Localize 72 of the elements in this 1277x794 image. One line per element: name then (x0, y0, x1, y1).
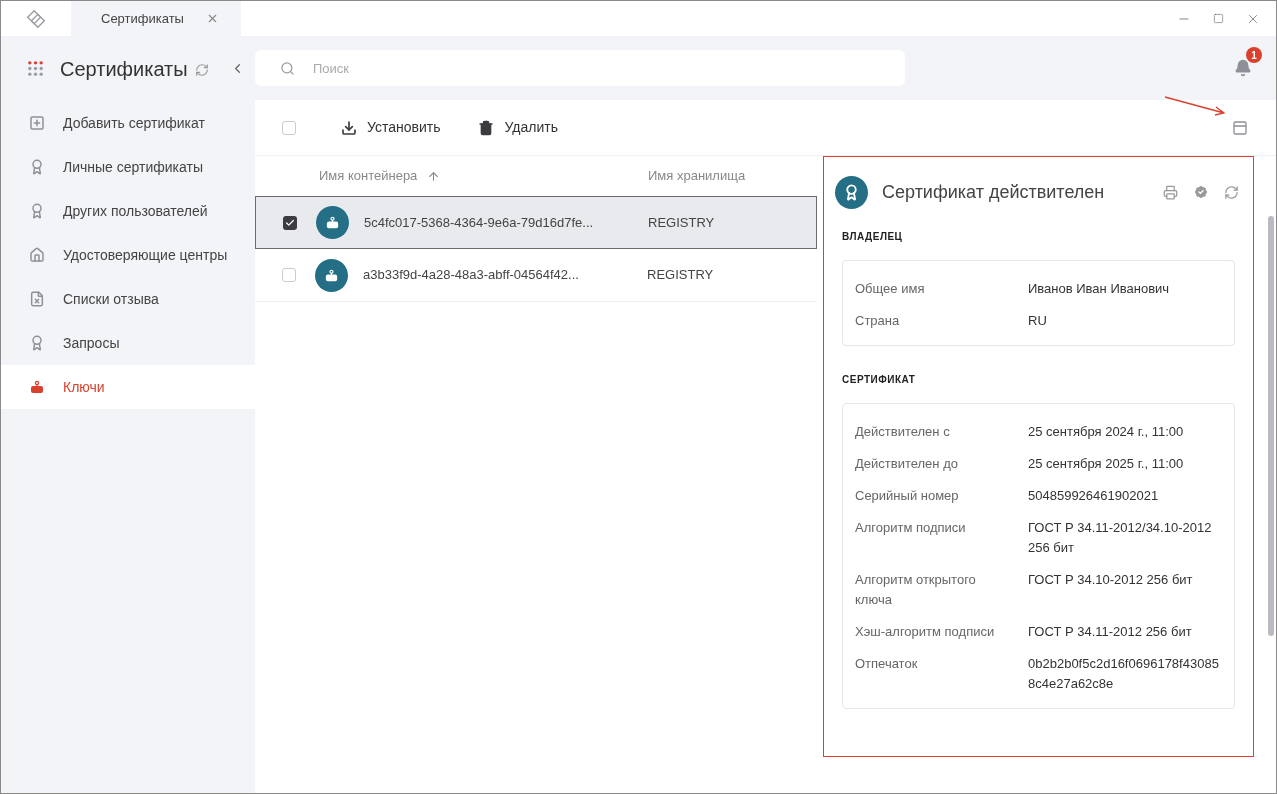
column-header[interactable]: Имя контейнера (319, 166, 648, 186)
delete-button[interactable]: Удалить (478, 117, 558, 138)
apps-grid-icon[interactable] (27, 60, 44, 77)
field-value: 504859926461902021 (1028, 487, 1160, 505)
field-label: Страна (855, 312, 901, 330)
table-cell-text: REGISTRY (647, 266, 714, 285)
table-cell-text: a3b33f9d-4a28-48a3-abff-04564f42... (363, 266, 580, 285)
column-header[interactable]: Имя хранилища (648, 166, 746, 186)
table-row[interactable]: 5c4fc017-5368-4364-9e6a-79d16d7fe... REGISTRY (255, 196, 817, 249)
trash-icon (478, 119, 495, 136)
app-title: Сертификаты (60, 56, 188, 82)
sidebar-item[interactable]: Удостоверяющие центры (1, 233, 255, 277)
annotation-arrow (1164, 96, 1226, 116)
refresh-icon[interactable] (1224, 184, 1239, 200)
award-icon (29, 159, 45, 175)
table-cell-text: 5c4fc017-5368-4364-9e6a-79d16d7fe... (364, 213, 595, 232)
search-icon (280, 61, 295, 76)
sidebar-item[interactable]: Добавить сертификат (1, 101, 255, 145)
sidebar-item[interactable]: Списки отзыва (1, 277, 255, 321)
award-icon (29, 203, 45, 219)
bell-icon[interactable] (1234, 59, 1252, 77)
sidebar-item[interactable]: Ключи (1, 365, 255, 409)
award-icon (29, 335, 45, 351)
field-value: ГОСТ Р 34.11-2012 256 бит (1028, 623, 1193, 641)
notification-badge: 1 (1246, 47, 1262, 63)
key-icon (29, 379, 45, 395)
field-value: 25 сентября 2024 г., 11:00 (1028, 423, 1185, 441)
print-icon[interactable] (1163, 184, 1178, 200)
scrollbar[interactable] (1268, 216, 1274, 636)
field-value: Иванов Иван Иванович (1028, 280, 1171, 298)
field-label: Алгоритм подписи (855, 519, 967, 537)
sidebar-item[interactable]: Запросы (1, 321, 255, 365)
key-icon (325, 215, 340, 230)
panel-layout-icon[interactable] (1232, 119, 1248, 136)
maximize-icon[interactable] (1213, 13, 1224, 24)
sidebar-item[interactable]: Личные сертификаты (1, 145, 255, 189)
checkbox[interactable] (282, 120, 296, 135)
field-label: Действителен до (855, 455, 959, 473)
plus-square-icon (29, 115, 45, 131)
table-row[interactable]: a3b33f9d-4a28-48a3-abff-04564f42... REGISTRY (255, 249, 817, 302)
panel-title: Сертификат действителен (882, 180, 1105, 204)
install-button[interactable]: Установить (341, 117, 441, 138)
field-label: Действителен с (855, 423, 951, 441)
field-value: ГОСТ Р 34.10-2012 256 бит (1028, 571, 1194, 589)
checkbox[interactable] (282, 268, 296, 282)
field-label: Серийный номер (855, 487, 960, 505)
field-label: Общее имя (855, 280, 926, 298)
key-icon (324, 267, 339, 283)
sidebar-item[interactable]: Других пользователей (1, 189, 255, 233)
certificate-avatar (835, 175, 868, 209)
field-value: ГОСТ Р 34.11-2012/34.10-2012 256 бит (1028, 519, 1213, 557)
sort-arrow-icon (427, 169, 441, 183)
section-title: СЕРТИФИКАТ (842, 373, 917, 387)
close-icon[interactable] (206, 12, 219, 25)
field-value: 0b2b2b0f5c2d16f0696178f430858c4e27a62c8e (1028, 655, 1220, 693)
field-value: 25 сентября 2025 г., 11:00 (1028, 455, 1185, 473)
section-title: ВЛАДЕЛЕЦ (842, 230, 904, 244)
logo-icon (25, 7, 47, 30)
window-tab[interactable]: Сертификаты (71, 1, 241, 36)
search-field[interactable]: Поиск (255, 50, 905, 86)
document-x-icon (29, 291, 45, 307)
check-icon (285, 217, 295, 228)
refresh-icon[interactable] (194, 63, 209, 77)
download-icon (341, 119, 357, 136)
field-value: RU (1028, 312, 1048, 330)
field-label: Отпечаток (855, 655, 919, 673)
house-icon (29, 247, 45, 263)
table-cell-text: REGISTRY (648, 213, 715, 232)
checkbox[interactable] (283, 215, 297, 230)
field-label: Алгоритм открытого ключа (855, 571, 977, 609)
badge-check-icon[interactable] (1193, 184, 1209, 200)
field-label: Хэш-алгоритм подписи (855, 623, 996, 641)
